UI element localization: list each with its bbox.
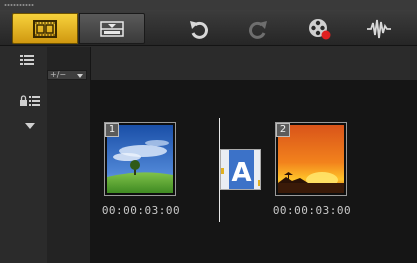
clip-duration: 00:00:03:00: [101, 204, 181, 217]
zoom-label: +∕−: [50, 70, 67, 79]
sidebar: [0, 47, 47, 263]
track-manager-icon[interactable]: [20, 55, 34, 65]
toolbar: [0, 10, 417, 46]
timeline-icon: [100, 21, 124, 37]
timeline-view-button[interactable]: [79, 13, 145, 44]
undo-button[interactable]: [186, 17, 212, 41]
zoom-dropdown[interactable]: +∕−: [47, 70, 87, 80]
storyboard-clip[interactable]: 1: [104, 122, 176, 196]
clip-duration: 00:00:03:00: [272, 204, 352, 217]
grip-dots: [4, 4, 34, 6]
sound-mixer-icon: [367, 19, 391, 39]
lock-tracks-icon[interactable]: [19, 95, 41, 107]
record-capture-button[interactable]: [306, 17, 332, 41]
record-capture-icon: [309, 19, 331, 40]
redo-icon: [249, 21, 267, 39]
window-grip[interactable]: [0, 0, 417, 10]
storyboard-clip[interactable]: 2: [275, 122, 347, 196]
chevron-down-icon: [77, 74, 83, 78]
redo-button[interactable]: [245, 17, 271, 41]
storyboard-view-button[interactable]: [12, 13, 78, 44]
collapse-arrow-icon[interactable]: [25, 123, 35, 129]
sound-mixer-button[interactable]: [366, 17, 392, 41]
filmstrip-icon: [33, 20, 57, 38]
transition-thumbnail[interactable]: A: [220, 149, 261, 190]
undo-icon: [190, 21, 208, 39]
clip-number-badge: 1: [105, 123, 119, 137]
clip-number-badge: 2: [276, 123, 290, 137]
transition-label: A: [231, 158, 251, 188]
